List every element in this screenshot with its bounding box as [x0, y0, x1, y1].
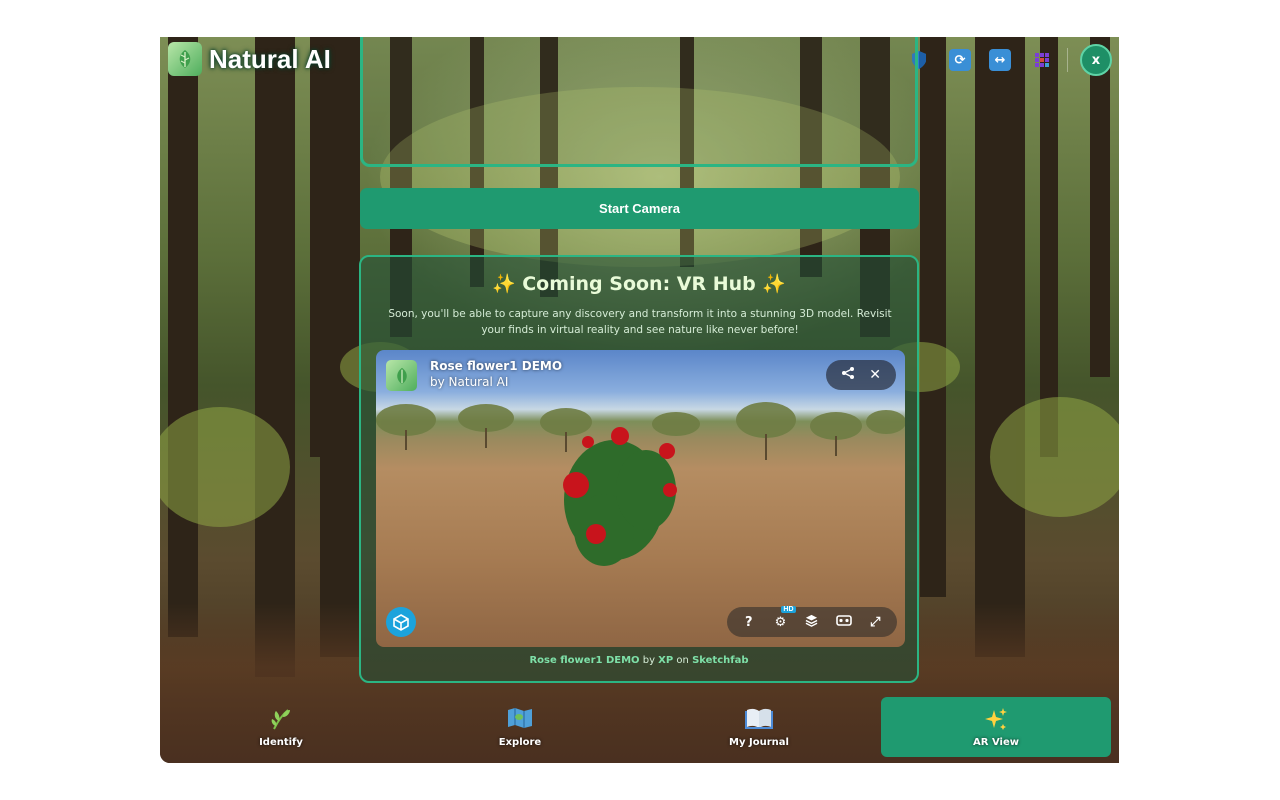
swap-icon[interactable]: ↔ — [989, 49, 1011, 71]
model-viewer[interactable]: Rose flower1 DEMO by Natural AI ✕ ? ⚙HD — [376, 350, 905, 647]
viewer-controls: ? ⚙ HD ⤢ — [727, 605, 897, 637]
viewer-actions: ✕ — [826, 360, 896, 390]
nav-identify[interactable]: Identify — [166, 697, 396, 757]
nav-ar-view-label: AR View — [973, 736, 1019, 748]
nav-identify-label: Identify — [259, 736, 303, 748]
nav-ar-view[interactable]: AR View — [881, 697, 1111, 757]
header-divider — [1067, 48, 1068, 72]
credit-platform-link[interactable]: Sketchfab — [692, 655, 748, 666]
vr-hub-card: ✨ Coming Soon: VR Hub ✨ Soon, you'll be … — [359, 255, 919, 683]
credit-model-link[interactable]: Rose flower1 DEMO — [529, 655, 639, 666]
nav-explore[interactable]: Explore — [405, 697, 635, 757]
vr-hub-title: ✨ Coming Soon: VR Hub ✨ — [491, 273, 787, 295]
credit-by: by — [642, 655, 655, 666]
layers-icon[interactable] — [801, 614, 823, 631]
sparkles-icon — [983, 707, 1009, 735]
camera-preview-frame — [360, 37, 918, 167]
close-button[interactable]: x — [1080, 44, 1112, 76]
vr-icon[interactable] — [833, 614, 855, 630]
sketchfab-cube-icon[interactable] — [386, 607, 416, 637]
settings-icon[interactable]: ⚙ HD — [769, 605, 796, 630]
brand[interactable]: Natural AI — [168, 42, 331, 76]
help-icon[interactable]: ? — [738, 615, 760, 630]
map-icon — [507, 707, 533, 735]
start-camera-button[interactable]: Start Camera — [360, 188, 919, 229]
app-window: Natural AI ⟳ ↔ x Start Camera ✨ Coming S… — [160, 37, 1119, 763]
fullscreen-icon[interactable]: ⤢ — [864, 615, 886, 630]
grid-icon[interactable] — [1031, 49, 1053, 71]
sync-icon[interactable]: ⟳ — [949, 49, 971, 71]
hd-badge: HD — [781, 605, 796, 613]
credit-on: on — [676, 655, 689, 666]
model-credit: Rose flower1 DEMO by XP on Sketchfab — [361, 655, 917, 666]
leaf-icon — [270, 707, 292, 735]
viewer-logo-icon — [386, 360, 417, 391]
brand-name: Natural AI — [209, 43, 331, 74]
nav-explore-label: Explore — [498, 736, 542, 748]
rose-model-scene[interactable] — [376, 350, 905, 647]
credit-author-link[interactable]: XP — [658, 655, 673, 666]
book-icon — [745, 707, 773, 735]
close-viewer-icon[interactable]: ✕ — [869, 367, 881, 383]
nav-my-journal-label: My Journal — [729, 736, 789, 748]
share-icon[interactable] — [841, 366, 855, 384]
leaf-logo-icon — [168, 42, 202, 76]
nav-my-journal[interactable]: My Journal — [644, 697, 874, 757]
vr-hub-description: Soon, you'll be able to capture any disc… — [388, 308, 892, 336]
model-author[interactable]: by Natural AI — [430, 375, 508, 389]
model-title[interactable]: Rose flower1 DEMO — [430, 359, 562, 373]
